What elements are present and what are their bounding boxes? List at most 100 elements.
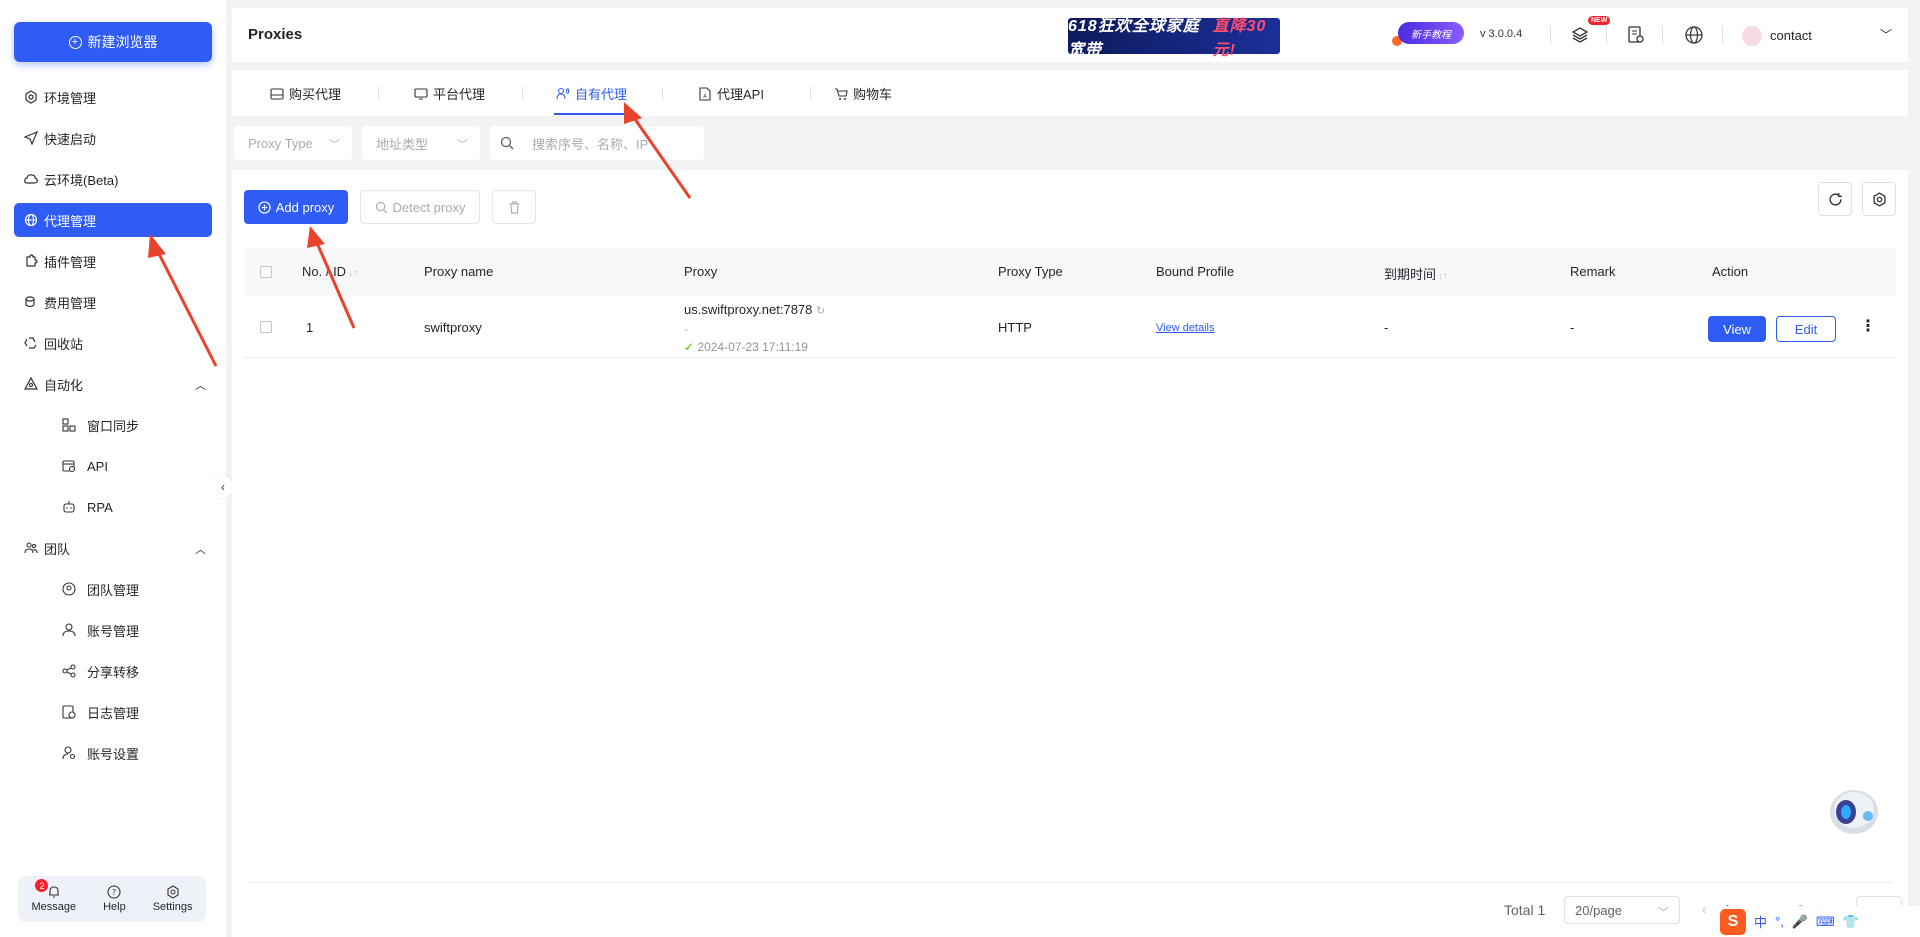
column-settings-button[interactable] [1862,182,1896,216]
sidebar-item-recycle[interactable]: 回收站 [14,326,212,360]
language-globe-icon[interactable] [1684,25,1704,45]
sidebar-group-label: 团队 [44,541,71,557]
cell-proxy-host: us.swiftproxy.net:7878 ↻ [684,302,825,317]
sidebar-item-account-settings[interactable]: 账号设置 [0,736,212,770]
more-vertical-icon[interactable]: ⋮ [1860,316,1876,336]
search-input[interactable]: 搜索序号、名称、IP [490,126,704,160]
column-header-no[interactable]: No. / ID ↓↑ [302,264,358,279]
refresh-button[interactable] [1818,182,1852,216]
svg-text:?: ? [112,888,116,897]
cell-no: 1 [306,320,314,335]
address-type-select[interactable]: 地址类型 ﹀ [362,126,480,160]
proxy-type-placeholder: Proxy Type [248,135,313,151]
microphone-icon[interactable]: 🎤 [1792,914,1808,930]
user-icon [62,623,76,637]
tab-proxy-api[interactable]: A 代理API [698,84,764,103]
column-header-name: Proxy name [424,264,494,279]
select-all-checkbox[interactable] [260,266,272,278]
sidebar-item-billing[interactable]: 费用管理 [14,285,212,319]
ime-logo-icon[interactable]: S [1720,908,1746,935]
sort-icon: ↓↑ [348,268,359,279]
trash-icon [509,200,519,214]
chevron-down-icon[interactable]: ﹀ [1880,26,1892,43]
sidebar-item-label: 分享转移 [87,664,140,680]
sidebar-item-plugin[interactable]: 插件管理 [14,244,212,278]
page-size-select[interactable]: 20/page ﹀ [1564,896,1680,924]
add-proxy-button[interactable]: Add proxy [244,190,348,224]
sidebar-item-label: 云环境(Beta) [44,172,119,188]
sidebar-collapse-button[interactable]: ‹ [213,476,233,498]
ime-punct-icon[interactable]: °, [1775,914,1784,929]
divider [248,882,1892,883]
sidebar: + 新建浏览器 环境管理 快速启动 云环境(Beta) 代理管理 插件管理 费用… [0,0,226,937]
tab-platform-proxy[interactable]: 平台代理 [414,84,485,103]
tab-label: 购物车 [853,87,893,102]
send-icon [24,131,38,145]
keyboard-icon[interactable]: ⌨ [1816,914,1835,930]
help-button[interactable]: ? Help [103,885,126,913]
add-proxy-label: Add proxy [275,199,335,215]
row-checkbox[interactable] [260,321,272,333]
prev-page-icon[interactable]: ‹ [1702,902,1706,917]
cell-expire: - [1384,320,1389,335]
column-header-expire[interactable]: 到期时间 ↓↑ [1384,264,1448,283]
sidebar-item-team-manage[interactable]: 团队管理 [0,572,212,606]
tutorial-button[interactable]: 新手教程 [1398,22,1464,44]
divider [1550,26,1551,44]
sidebar-item-rpa[interactable]: RPA [0,490,212,524]
document-icon: A [699,86,711,101]
ime-lang[interactable]: 中 [1754,912,1767,931]
sidebar-item-api[interactable]: API [0,449,212,483]
delete-button[interactable] [492,190,536,224]
coins-icon [25,296,35,308]
sidebar-item-environment[interactable]: 环境管理 [14,80,212,114]
sidebar-item-window-sync[interactable]: 窗口同步 [0,408,212,442]
avatar[interactable] [1742,26,1762,46]
layers-icon[interactable] [1570,25,1590,45]
shirt-icon[interactable]: 👕 [1843,914,1859,930]
sidebar-item-quick-start[interactable]: 快速启动 [14,121,212,155]
sidebar-item-log-manage[interactable]: 日志管理 [0,695,212,729]
tab-buy-proxy[interactable]: 购买代理 [270,84,341,103]
settings-label: Settings [152,901,193,913]
sidebar-bottom-bar: 2 Message ? Help Settings [18,876,206,922]
sidebar-item-label: 插件管理 [44,254,97,270]
view-details-link[interactable]: View details [1156,322,1215,334]
column-header-action: Action [1712,264,1749,279]
server-icon [270,87,284,100]
refresh-small-icon[interactable]: ↻ [816,305,825,317]
cell-remark: - [1570,320,1575,335]
team-icon [24,542,38,554]
sidebar-item-share-transfer[interactable]: 分享转移 [0,654,212,688]
help-label: Help [103,901,126,913]
user-name[interactable]: contact [1770,28,1812,43]
new-browser-button[interactable]: + 新建浏览器 [14,22,212,62]
tab-own-proxy[interactable]: 自有代理 [556,84,627,103]
settings-button[interactable]: Settings [152,885,193,913]
sidebar-item-label: 窗口同步 [87,418,140,434]
plus-circle-icon [258,200,271,214]
user-proxy-icon [556,87,570,99]
sidebar-item-account-manage[interactable]: 账号管理 [0,613,212,647]
assistant-robot-icon[interactable] [1824,786,1882,836]
sidebar-item-label: 团队管理 [87,582,140,598]
promo-banner[interactable]: 618狂欢全球家庭宽带 直降30元! [1068,18,1280,59]
table-row[interactable]: 1 swiftproxy us.swiftproxy.net:7878 ↻ - … [244,296,1896,358]
view-button[interactable]: View [1708,316,1766,342]
proxy-tabs: 购买代理 平台代理 自有代理 A 代理API 购物车 [232,70,1908,116]
team-manage-icon [62,582,76,596]
sidebar-group-team[interactable]: 团队 ︿ [14,531,212,565]
message-button[interactable]: 2 Message [31,879,76,913]
detect-icon [375,201,387,213]
user-settings-icon [62,746,76,760]
edit-button[interactable]: Edit [1776,316,1836,342]
sidebar-group-automation[interactable]: 自动化 ︿ [14,367,212,401]
sidebar-item-cloud[interactable]: 云环境(Beta) [14,162,212,196]
detect-proxy-button[interactable]: Detect proxy [360,190,480,224]
chevron-up-icon: ︿ [195,380,206,392]
sidebar-item-proxy[interactable]: 代理管理 [14,203,212,237]
proxy-type-select[interactable]: Proxy Type ﹀ [234,126,352,160]
sidebar-item-label: 回收站 [44,336,84,352]
document-search-icon[interactable] [1626,25,1646,45]
tab-cart[interactable]: 购物车 [834,84,892,103]
